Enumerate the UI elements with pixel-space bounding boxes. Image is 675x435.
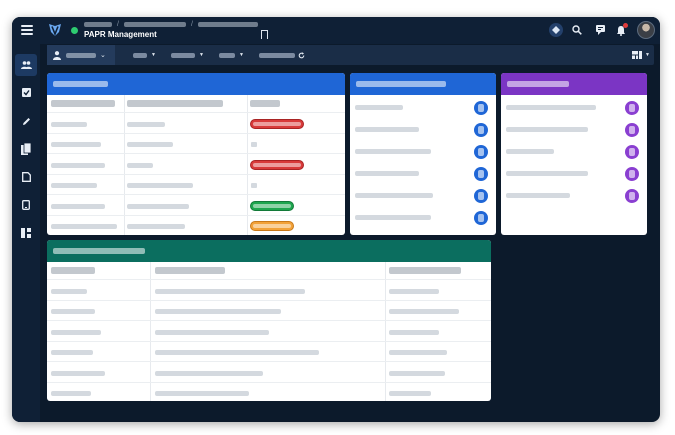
top-bar: / / PAPR Management: [12, 17, 660, 44]
pencil-icon: [22, 117, 30, 125]
filter-dropdown[interactable]: ▼: [171, 51, 204, 59]
item-action-chip[interactable]: [625, 101, 639, 115]
purple-list-panel: [501, 73, 647, 235]
toolbar: ⌄ ▼ ▼ ▼ ▼: [47, 45, 654, 65]
item-action-chip[interactable]: [625, 145, 639, 159]
column-header[interactable]: [155, 267, 225, 274]
user-filter-value: [66, 52, 96, 58]
copy-icon: [21, 143, 31, 155]
sidebar-item-edit[interactable]: [15, 110, 37, 132]
item-action-chip[interactable]: [625, 189, 639, 203]
column-header[interactable]: [51, 100, 115, 107]
layout-icon: [21, 228, 31, 238]
panel-header: [501, 73, 647, 95]
grid-layout-icon: [632, 51, 643, 59]
column-header[interactable]: [389, 267, 461, 274]
sidebar-item-devices[interactable]: [15, 194, 37, 216]
panel-title: [53, 248, 145, 254]
panel-title: [507, 81, 569, 87]
breadcrumb: / /: [84, 20, 258, 28]
panel-title: [356, 81, 446, 87]
item-action-chip[interactable]: [474, 167, 488, 181]
status-badge: [250, 160, 304, 170]
caret-down-icon: ▼: [645, 52, 650, 58]
layout-toggle-button[interactable]: ▼: [630, 48, 652, 62]
blue-list-panel: [350, 73, 496, 235]
item-action-chip[interactable]: [625, 123, 639, 137]
refresh-icon: [298, 51, 305, 58]
person-icon: [53, 50, 61, 60]
status-indicator: [71, 27, 78, 34]
shield-logo-icon: [49, 24, 61, 37]
sidebar-item-tasks[interactable]: [15, 81, 37, 103]
date-range-control[interactable]: [259, 51, 305, 59]
panel-header: [47, 73, 345, 95]
help-diamond-icon[interactable]: [549, 23, 563, 37]
bookmark-icon[interactable]: [261, 30, 268, 39]
bell-icon[interactable]: [614, 23, 628, 37]
column-header[interactable]: [250, 100, 280, 107]
detail-table-panel: [47, 240, 491, 401]
panel-header: [47, 240, 491, 262]
document-icon: [21, 172, 31, 182]
item-action-chip[interactable]: [474, 211, 488, 225]
caret-down-icon: ▼: [199, 52, 204, 58]
column-header[interactable]: [127, 100, 223, 107]
item-action-chip[interactable]: [474, 123, 488, 137]
sidebar-item-users[interactable]: [15, 54, 37, 76]
panel-header: [350, 73, 496, 95]
status-table-panel: [47, 73, 345, 235]
menu-icon[interactable]: [21, 25, 33, 35]
caret-down-icon: ▼: [151, 52, 156, 58]
search-icon[interactable]: [570, 23, 584, 37]
page-title: PAPR Management: [84, 30, 157, 39]
column-header[interactable]: [51, 267, 95, 274]
sidebar-item-documents[interactable]: [15, 138, 37, 160]
sidebar-item-files[interactable]: [15, 166, 37, 188]
breadcrumb-item[interactable]: [123, 21, 186, 27]
user-filter-select[interactable]: ⌄: [47, 45, 115, 65]
avatar[interactable]: [637, 21, 655, 39]
checkbox-icon: [21, 87, 31, 97]
breadcrumb-item[interactable]: [197, 21, 258, 27]
breadcrumb-item[interactable]: [84, 21, 112, 27]
filter-dropdown[interactable]: ▼: [133, 51, 156, 59]
chat-icon[interactable]: [594, 23, 608, 37]
tablet-icon: [22, 200, 30, 210]
caret-down-icon: ▼: [239, 52, 244, 58]
sidebar-item-dashboard[interactable]: [15, 222, 37, 244]
users-icon: [20, 61, 32, 69]
item-action-chip[interactable]: [474, 101, 488, 115]
app-window: / / PAPR Management ⌄ ▼ ▼ ▼ ▼: [12, 17, 660, 422]
status-badge: [250, 119, 304, 129]
notification-badge: [623, 23, 628, 28]
filter-dropdown[interactable]: ▼: [219, 51, 244, 59]
status-badge: [250, 221, 294, 231]
chevron-down-icon: ⌄: [100, 52, 106, 59]
panel-title: [53, 81, 108, 87]
item-action-chip[interactable]: [474, 145, 488, 159]
status-badge: [250, 201, 294, 211]
sidebar: [12, 44, 40, 422]
item-action-chip[interactable]: [625, 167, 639, 181]
item-action-chip[interactable]: [474, 189, 488, 203]
